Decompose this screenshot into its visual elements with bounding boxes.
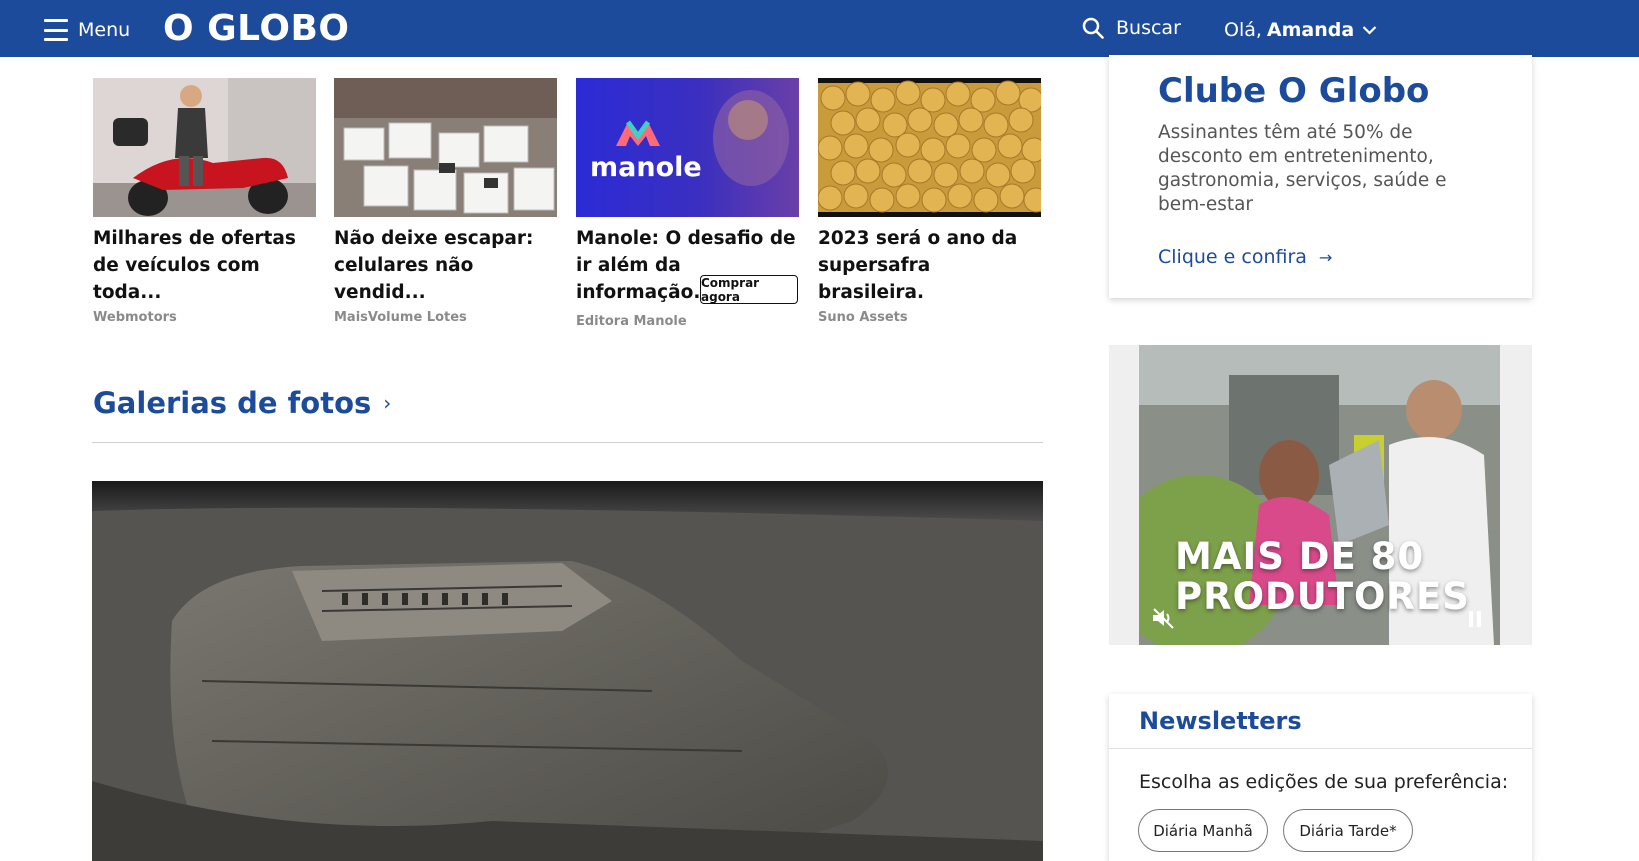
arrow-right-icon: → [1318, 247, 1333, 267]
top-navigation-bar: Menu O GLOBO Buscar Olá, Amanda [0, 0, 1639, 57]
user-name: Amanda [1266, 19, 1355, 41]
newsletters-description: Escolha as edições de sua preferência: [1139, 771, 1509, 793]
clube-oglobo-card: Clube O Globo Assinantes têm até 50% de … [1109, 55, 1532, 298]
search-label: Buscar [1116, 17, 1181, 39]
gallery-title-text: Galerias de fotos [93, 386, 372, 420]
sponsored-card[interactable]: 2023 será o ano da supersafra brasileira… [818, 78, 1041, 325]
sponsored-card-title[interactable]: Milhares de ofertas de veículos com toda… [93, 225, 316, 306]
sponsored-card[interactable]: Milhares de ofertas de veículos com toda… [93, 78, 316, 325]
sponsored-card-source: Webmotors [93, 310, 177, 325]
newsletters-title: Newsletters [1139, 707, 1302, 735]
clube-link-text: Clique e confira [1158, 246, 1307, 268]
gallery-featured-image[interactable] [92, 481, 1043, 861]
manole-logo-text: manole [590, 152, 702, 183]
ad-image-scooter [93, 78, 316, 217]
newsletter-option-morning[interactable]: Diária Manhã [1138, 809, 1268, 852]
sponsored-card-title[interactable]: Não deixe escapar: celulares não vendid.… [334, 225, 557, 306]
ad-image-soybeans [818, 78, 1041, 217]
sponsored-card-source: Editora Manole [576, 314, 687, 329]
oglobo-logo[interactable]: O GLOBO [163, 8, 350, 49]
section-divider [92, 442, 1043, 443]
newsletters-card: Newsletters Escolha as edições de sua pr… [1109, 694, 1532, 861]
chevron-right-icon: › [383, 391, 392, 415]
clube-description: Assinantes têm até 50% de desconto em en… [1158, 122, 1447, 215]
sponsored-card-source: Suno Assets [818, 310, 908, 325]
menu-button[interactable]: Menu [44, 16, 130, 44]
sponsored-card-title[interactable]: 2023 será o ano da supersafra brasileira… [818, 225, 1041, 306]
sponsored-card[interactable]: Não deixe escapar: celulares não vendid.… [334, 78, 557, 325]
buy-now-button[interactable]: Comprar agora [700, 275, 798, 304]
video-overlay-text: MAIS DE 80 PRODUTORES [1175, 537, 1470, 617]
sponsored-content-row: Milhares de ofertas de veículos com toda… [93, 78, 1043, 329]
menu-label: Menu [78, 19, 131, 41]
video-overlay-line: MAIS DE 80 [1175, 535, 1425, 578]
hamburger-icon [44, 19, 68, 41]
muted-speaker-icon[interactable] [1151, 607, 1177, 629]
user-greeting: Olá, [1224, 19, 1262, 41]
clube-title: Clube O Globo [1158, 71, 1430, 111]
video-overlay-line: PRODUTORES [1175, 575, 1470, 618]
sponsored-card-source: MaisVolume Lotes [334, 310, 467, 325]
pause-icon[interactable] [1469, 611, 1481, 627]
ad-image-manole: manole [576, 78, 799, 217]
clube-link[interactable]: Clique e confira → [1158, 246, 1332, 268]
video-ad-player[interactable]: MAIS DE 80 PRODUTORES [1139, 345, 1500, 645]
ad-image-boxes [334, 78, 557, 217]
user-account-menu[interactable]: Olá, Amanda [1224, 19, 1377, 41]
newsletter-option-afternoon[interactable]: Diária Tarde* [1283, 809, 1413, 852]
search-icon [1082, 17, 1104, 39]
chevron-down-icon [1362, 26, 1377, 35]
newsletters-divider [1109, 748, 1532, 749]
gallery-section-title[interactable]: Galerias de fotos › [93, 386, 391, 420]
video-ad-container: MAIS DE 80 PRODUTORES [1109, 345, 1532, 645]
search-button[interactable]: Buscar [1082, 17, 1181, 39]
